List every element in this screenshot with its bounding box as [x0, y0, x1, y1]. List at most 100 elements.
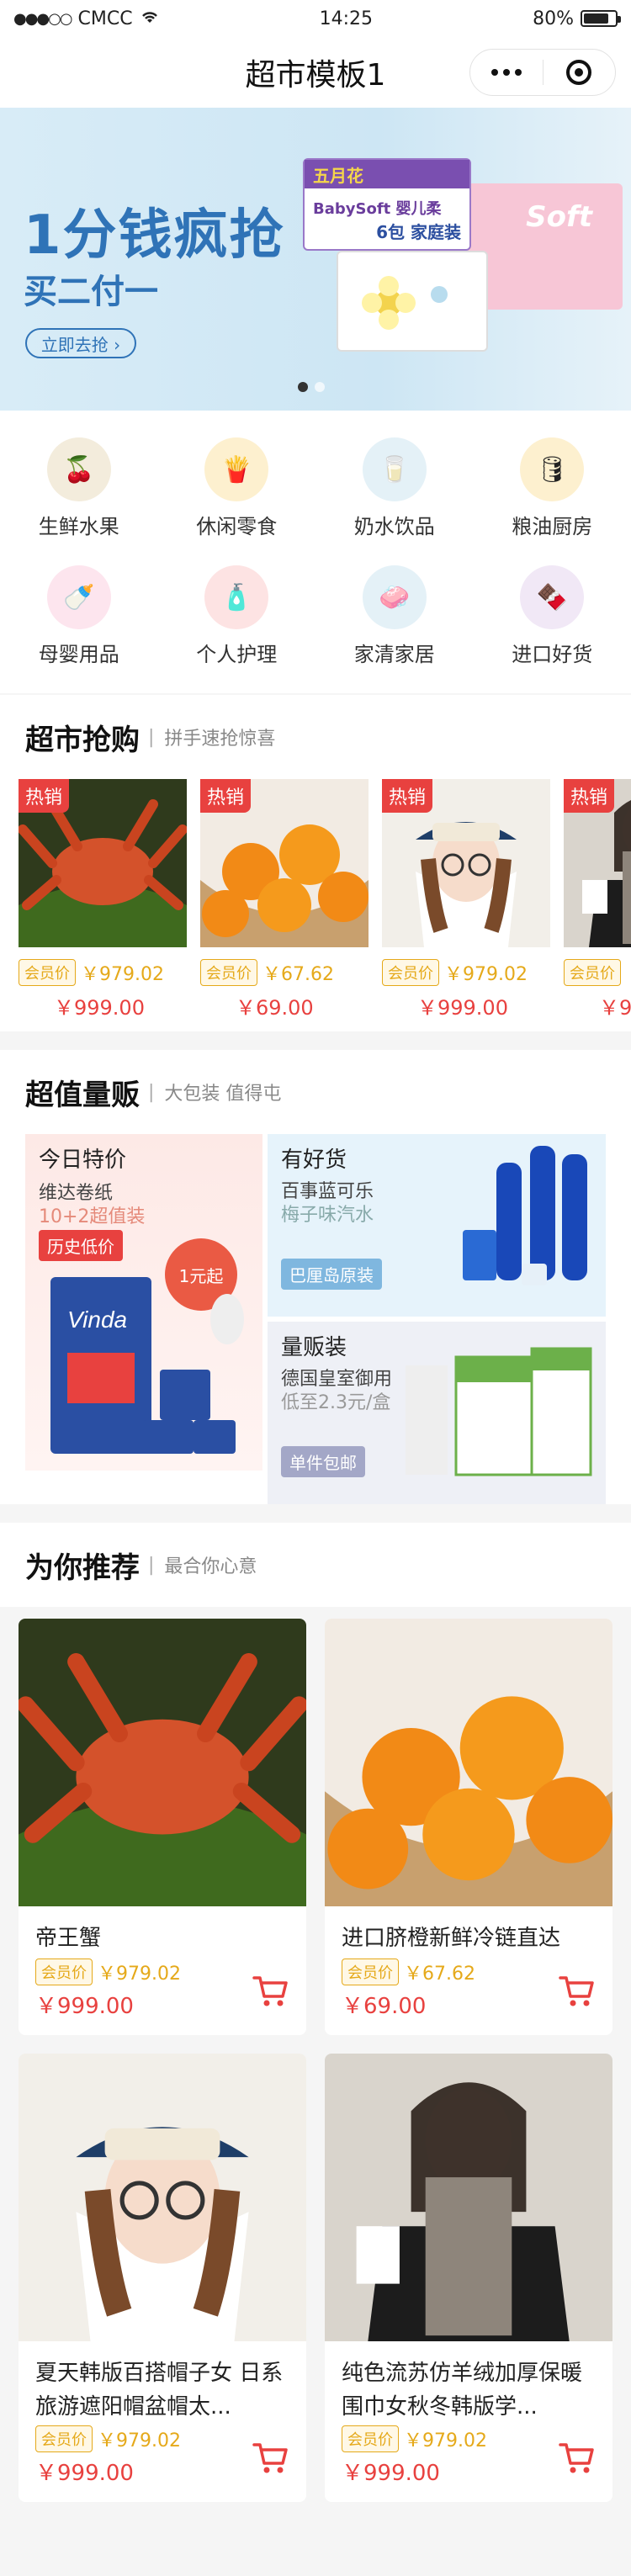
deal-badge: 历史低价: [39, 1230, 123, 1261]
section-title: 为你推荐: [25, 1550, 140, 1585]
value-panel: 今日特价 维达卷纸 10+2超值装 历史低价 1元起 Vinda 有好货 百事蓝…: [0, 1134, 631, 1504]
vip-price: ￥979.02: [404, 2430, 487, 2451]
flash-item[interactable]: 热销 会员价 ￥67.62 ￥69.00: [200, 779, 369, 1031]
flash-item[interactable]: 热销 会员价 ￥979.02 ￥999.00: [19, 779, 187, 1031]
product-image: [19, 1619, 306, 1906]
battery-icon: [580, 10, 621, 27]
vip-price: ￥979.02: [444, 964, 528, 985]
flash-item[interactable]: 热销会员价 ￥9: [564, 779, 631, 1031]
banner-brand-soft: Soft: [526, 200, 592, 234]
category-item[interactable]: 🍟 休闲零食: [158, 429, 316, 557]
section-subtitle: 拼手速抢惊喜: [164, 729, 276, 750]
more-icon: [490, 69, 522, 76]
banner-subline: 买二付一: [24, 273, 158, 311]
battery-level: [583, 13, 608, 24]
value-header: 超值量贩 | 大包装 值得屯: [0, 1050, 631, 1134]
banner-pack-label: 6包 家庭装: [376, 222, 461, 242]
section-title: 超值量贩: [25, 1078, 140, 1112]
status-bar: ●●●○○ CMCC 14:25 80%: [0, 0, 631, 37]
bulk-card[interactable]: 量贩装 德国皇室御用 低至2.3元/盒 单件包邮: [268, 1322, 606, 1504]
category-item[interactable]: 🥛 奶水饮品: [316, 429, 474, 557]
title-divider: |: [148, 1081, 155, 1103]
category-item[interactable]: 🧴 个人护理: [158, 557, 316, 685]
category-item[interactable]: 🧼 家清家居: [316, 557, 474, 685]
good-goods-card[interactable]: 有好货 百事蓝可乐 梅子味汽水 巴厘岛原装: [268, 1134, 606, 1317]
section-subtitle: 大包装 值得屯: [164, 1084, 282, 1105]
vip-tag: 会员价: [19, 959, 76, 986]
category-item[interactable]: 🛢 粮油厨房: [474, 429, 631, 557]
category-label: 家清家居: [353, 643, 435, 666]
vip-tag: 会员价: [200, 959, 257, 986]
product-name: 帝王蟹: [35, 1926, 102, 1951]
banner-brand-wuyuehua: 五月花: [313, 166, 363, 186]
clean-icon: 🧼: [362, 565, 427, 629]
price: ￥9: [599, 996, 631, 1020]
product-image: [325, 1619, 612, 1906]
banner-headline: 1分钱疯抢: [24, 204, 285, 267]
hot-badge: 热销: [382, 779, 433, 813]
battery-percent: 80%: [533, 8, 574, 29]
mini-program-capsule: [469, 49, 616, 96]
hot-badge: 热销: [19, 779, 70, 813]
pager-dot[interactable]: [315, 382, 325, 392]
more-button[interactable]: [470, 50, 543, 95]
cart-icon: [252, 1976, 288, 2006]
flash-sale-header: 超市抢购 | 拼手速抢惊喜: [0, 695, 631, 779]
add-to-cart-button[interactable]: [251, 1971, 289, 2010]
nav-bar: 超市模板1: [0, 37, 631, 108]
vip-price: ￥67.62: [262, 964, 334, 985]
product-name: 纯色流苏仿羊绒加厚保暖围巾女秋冬韩版学...: [342, 2361, 583, 2420]
pager-dot-active[interactable]: [298, 382, 308, 392]
carrier: CMCC: [77, 8, 133, 29]
scarf-girl-image: [325, 2054, 612, 2341]
value-right-column: 有好货 百事蓝可乐 梅子味汽水 巴厘岛原装 量贩装 德国皇室御用 低至2.3元/…: [268, 1134, 606, 1504]
close-mini-program-button[interactable]: [544, 50, 616, 95]
flash-item[interactable]: 热销 会员价 ￥979.02 ￥999.00: [382, 779, 550, 1031]
bulk-badge: 单件包邮: [281, 1446, 365, 1477]
banner-product-main: 五月花 BabySoft 婴儿柔 6包 家庭装: [303, 158, 471, 251]
product-name: 夏天韩版百搭帽子女 日系旅游遮阳帽盆帽太...: [35, 2361, 284, 2420]
product-card[interactable]: 纯色流苏仿羊绒加厚保暖围巾女秋冬韩版学... 会员价 ￥979.02 ￥999.00: [325, 2054, 612, 2502]
category-item[interactable]: 🍒 生鲜水果: [0, 429, 158, 557]
today-deal-card[interactable]: 今日特价 维达卷纸 10+2超值装 历史低价 1元起 Vinda: [25, 1134, 262, 1471]
promo-banner[interactable]: 1分钱疯抢 买二付一 立即去抢 › Soft 五月花 BabySoft 婴儿柔 …: [0, 108, 631, 411]
recommend-header: 为你推荐 | 最合你心意: [0, 1523, 631, 1607]
vip-price: ￥979.02: [81, 964, 164, 985]
category-item[interactable]: 🍫 进口好货: [474, 557, 631, 685]
deal-title: 今日特价: [39, 1148, 127, 1173]
add-to-cart-button[interactable]: [557, 2438, 596, 2477]
banner-cta-button[interactable]: 立即去抢 ›: [25, 328, 136, 358]
flower-icon: [362, 276, 448, 330]
status-time: 14:25: [319, 8, 374, 29]
product-image: [325, 2054, 612, 2341]
add-to-cart-button[interactable]: [251, 2438, 289, 2477]
vip-price-row: 会员价 ￥67.62: [200, 959, 369, 986]
add-to-cart-button[interactable]: [557, 1971, 596, 2010]
tissue-pack-image: Vinda: [50, 1277, 244, 1454]
product-card[interactable]: 帝王蟹 会员价 ￥979.02 ￥999.00: [19, 1619, 306, 2035]
flash-item-image: 热销: [564, 779, 631, 947]
vip-tag: 会员价: [564, 959, 621, 986]
good-sub2: 梅子味汽水: [281, 1205, 374, 1226]
vip-tag: 会员价: [342, 2425, 399, 2452]
category-label: 粮油厨房: [512, 515, 593, 538]
product-card[interactable]: 夏天韩版百搭帽子女 日系旅游遮阳帽盆帽太... 会员价 ￥979.02 ￥999.00: [19, 2054, 306, 2502]
vip-price: ￥67.62: [404, 1964, 475, 1985]
status-left: ●●●○○ CMCC: [13, 8, 160, 29]
deal-sub2: 10+2超值装: [39, 1206, 146, 1227]
cart-icon: [559, 1976, 594, 2006]
wifi-icon: [140, 8, 160, 29]
lychee-icon: 🍒: [46, 437, 111, 501]
care-icon: 🧴: [204, 565, 269, 629]
category-label: 个人护理: [196, 643, 278, 666]
product-card[interactable]: 进口脐橙新鲜冷链直达 会员价 ￥67.62 ￥69.00: [325, 1619, 612, 2035]
hot-badge: 热销: [564, 779, 615, 813]
banner-pager: [298, 382, 325, 392]
snack-icon: 🍟: [204, 437, 269, 501]
flash-item-image: 热销: [382, 779, 550, 947]
svg-text:Vinda: Vinda: [67, 1307, 127, 1333]
pepsi-bottles-image: [463, 1146, 587, 1285]
section-subtitle: 最合你心意: [164, 1556, 257, 1577]
category-item[interactable]: 🍼 母婴用品: [0, 557, 158, 685]
category-label: 母婴用品: [38, 643, 119, 666]
